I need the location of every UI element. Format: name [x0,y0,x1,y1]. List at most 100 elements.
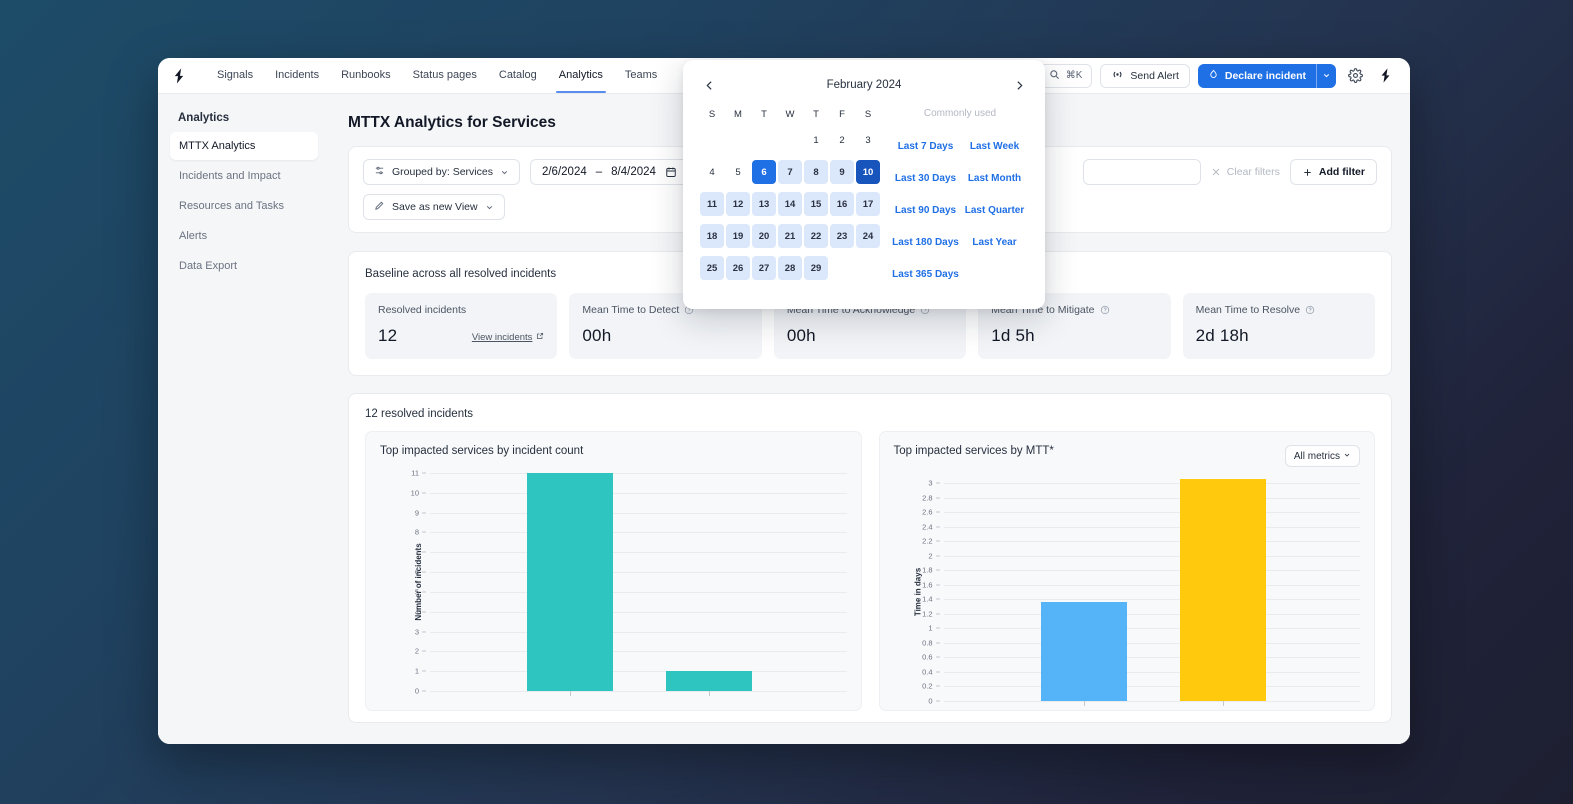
settings-button[interactable] [1344,65,1366,87]
metric-card-value-row: 12 View incidents [378,326,544,346]
squadcast-logo-icon [168,65,190,87]
declare-incident-button[interactable]: Declare incident [1197,63,1316,88]
grouped-by-label: Grouped by: Services [392,166,493,178]
chevron-down-icon [486,205,492,209]
declare-incident-dropdown-toggle[interactable] [1316,63,1336,88]
calendar-cell: 6 [751,156,777,188]
gridline [430,492,847,494]
help-circle-icon[interactable] [1305,305,1315,315]
calendar-day-18[interactable]: 18 [700,224,724,248]
search-button[interactable]: ⌘K [1038,63,1093,88]
sidebar-item-data-export[interactable]: Data Export [170,252,318,280]
calendar-grid-container: SMTWTFS 1 2 3 4 5 6 7 8 9 10 11 12 13 14 15 16 17 18 19 20 2… [699,104,881,290]
preset-last-month[interactable]: Last Month [960,162,1029,194]
calendar-day-5[interactable]: 5 [726,160,750,184]
sidebar-item-alerts[interactable]: Alerts [170,222,318,250]
preset-last-90-days[interactable]: Last 90 Days [891,194,960,226]
calendar-day-2[interactable]: 2 [830,128,854,152]
preset-last-365-days[interactable]: Last 365 Days [891,258,960,290]
gridline [430,691,847,692]
send-alert-label: Send Alert [1130,69,1179,82]
calendar-day-20[interactable]: 20 [752,224,776,248]
calendar-day-7[interactable]: 7 [778,160,802,184]
nav-item-teams[interactable]: Teams [614,59,668,92]
preset-last-7-days[interactable]: Last 7 Days [891,130,960,162]
account-logo-button[interactable] [1374,65,1396,87]
sidebar-item-incidents-and-impact[interactable]: Incidents and Impact [170,162,318,190]
view-incidents-link[interactable]: View incidents [472,332,545,346]
gridline [943,512,1360,514]
metric-card-value-row: 1d 5h [991,326,1157,346]
calendar-day-10[interactable]: 10 [856,160,880,184]
nav-item-incidents[interactable]: Incidents [264,59,330,92]
tick-dash [935,569,940,571]
grouped-by-dropdown[interactable]: Grouped by: Services [363,159,520,185]
calendar-day-15[interactable]: 15 [804,192,828,216]
gridline [943,686,1360,688]
metric-card-label: Resolved incidents [378,304,544,316]
calendar-day-23[interactable]: 23 [830,224,854,248]
nav-item-runbooks[interactable]: Runbooks [330,59,402,92]
calendar-day-6[interactable]: 6 [752,160,776,184]
save-as-new-view-button[interactable]: Save as new View [363,194,505,220]
charts-row: Top impacted services by incident count N… [365,431,1375,711]
sidebar-items: MTTX Analytics Incidents and Impact Resour… [170,132,318,280]
preset-last-30-days[interactable]: Last 30 Days [891,162,960,194]
nav-item-analytics[interactable]: Analytics [548,59,614,93]
calendar-day-12[interactable]: 12 [726,192,750,216]
calendar-day-27[interactable]: 27 [752,256,776,280]
help-circle-icon[interactable] [1100,305,1110,315]
calendar-day-24[interactable]: 24 [856,224,880,248]
calendar-day-4[interactable]: 4 [700,160,724,184]
calendar-day-9[interactable]: 9 [830,160,854,184]
y-axis-tick-label: 2.2 [922,536,933,546]
calendar-cell: 7 [777,156,803,188]
calendar-day-22[interactable]: 22 [804,224,828,248]
y-axis-tick: 9 [415,508,426,517]
preset-last-year[interactable]: Last Year [960,226,1029,258]
clear-filters-button[interactable]: Clear filters [1211,166,1280,178]
gridline [943,570,1360,572]
calendar-day-14[interactable]: 14 [778,192,802,216]
calendar-day-1[interactable]: 1 [804,128,828,152]
calendar-day-21[interactable]: 21 [778,224,802,248]
preset-last-180-days[interactable]: Last 180 Days [891,226,960,258]
gridline [430,572,847,574]
add-filter-button[interactable]: Add filter [1289,159,1377,185]
y-axis-ticks: 0 1 2 3 4 5 6 7 8 9 10 11 [396,469,426,696]
calendar-day-3[interactable]: 3 [856,128,880,152]
y-axis-tick: 1.8 [922,566,940,575]
y-axis-tick-label: 8 [414,527,419,537]
nav-item-status-pages[interactable]: Status pages [402,59,488,92]
tick-dash [422,611,426,613]
calendar-day-25[interactable]: 25 [700,256,724,280]
calendar-day-17[interactable]: 17 [856,192,880,216]
date-range-separator: – [595,166,603,178]
sidebar-item-resources-and-tasks[interactable]: Resources and Tasks [170,192,318,220]
calendar-day-29[interactable]: 29 [804,256,828,280]
tick-dash [422,472,426,474]
send-alert-button[interactable]: Send Alert [1100,63,1190,88]
chart-grid-area [430,473,847,696]
calendar-weekday-header: SMTWTFS [699,104,881,124]
sidebar-item-mttx-analytics[interactable]: MTTX Analytics [170,132,318,160]
nav-item-catalog[interactable]: Catalog [488,59,548,92]
calendar-day-13[interactable]: 13 [752,192,776,216]
calendar-cell: 19 [725,220,751,252]
nav-item-signals[interactable]: Signals [206,59,264,92]
calendar-day-28[interactable]: 28 [778,256,802,280]
calendar-cell: 9 [829,156,855,188]
filter-value-input[interactable] [1082,159,1201,185]
calendar-day-8[interactable]: 8 [804,160,828,184]
nav-items: Signals Incidents Runbooks Status pages Cata… [206,59,668,93]
gridline [943,497,1360,499]
calendar-day-16[interactable]: 16 [830,192,854,216]
calendar-day-19[interactable]: 19 [726,224,750,248]
calendar-day-26[interactable]: 26 [726,256,750,280]
preset-last-quarter[interactable]: Last Quarter [960,194,1029,226]
all-metrics-dropdown[interactable]: All metrics [1284,445,1360,467]
calendar-day-11[interactable]: 11 [700,192,724,216]
date-range-picker-popover: February 2024 SMTWTFS 1 2 3 4 5 6 7 8 9 10 11 12 13 1… [683,60,1045,309]
preset-last-week[interactable]: Last Week [960,130,1029,162]
date-range-picker-trigger[interactable]: 2/6/2024 – 8/4/2024 [529,159,689,185]
